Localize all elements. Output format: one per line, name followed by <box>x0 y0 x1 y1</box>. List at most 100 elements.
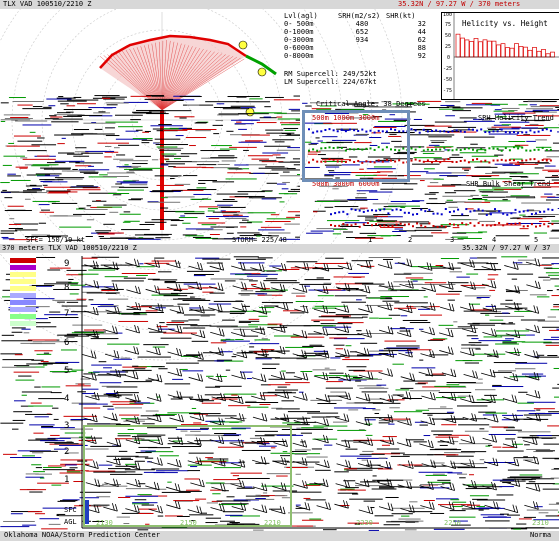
streak <box>544 165 556 167</box>
trend-dot <box>431 161 433 164</box>
trend-dot <box>513 159 515 162</box>
wind-barb <box>471 395 475 403</box>
streak <box>507 477 541 479</box>
streak <box>383 348 418 350</box>
streak <box>105 135 120 137</box>
streak <box>543 267 553 269</box>
trend-dot <box>481 209 484 212</box>
wind-barb <box>242 262 246 271</box>
streak <box>33 432 44 434</box>
trend-dot <box>375 209 378 212</box>
streak <box>40 209 50 211</box>
streak <box>3 453 17 455</box>
table-row: 0-8000m 92 <box>284 52 440 60</box>
wind-barb <box>176 347 179 356</box>
streak <box>505 438 516 440</box>
streak <box>32 452 44 454</box>
streak <box>266 182 277 184</box>
streak <box>360 342 378 344</box>
streak <box>191 161 220 163</box>
streak <box>413 441 427 443</box>
streak <box>374 412 380 414</box>
bulk-shear-trend-label: SHR Bulk Shear Trend <box>466 180 551 188</box>
streak <box>378 487 395 489</box>
streak <box>538 512 549 514</box>
streak <box>422 152 435 154</box>
streak <box>164 196 193 198</box>
trend-dot <box>547 208 550 211</box>
streak <box>61 170 96 172</box>
streak <box>409 501 418 503</box>
streak <box>234 195 265 197</box>
trend-dot <box>549 129 552 132</box>
streak <box>255 293 268 295</box>
streak <box>52 407 59 409</box>
streak <box>253 234 262 236</box>
streak <box>248 280 258 282</box>
wind-barb <box>533 371 537 380</box>
wind-barb <box>426 262 430 270</box>
wind-barb <box>420 330 435 336</box>
streak <box>313 211 318 213</box>
trend-dot <box>496 147 499 150</box>
streak <box>502 164 520 166</box>
xtick-label: 1 <box>368 236 373 244</box>
wind-barb <box>302 480 305 488</box>
wind-barb <box>345 459 348 467</box>
streak <box>60 349 77 351</box>
streak <box>374 515 394 517</box>
streak <box>530 106 559 108</box>
streak <box>534 167 544 169</box>
storm-motion-label: STORM= 225/48 <box>232 236 287 244</box>
ytick-label: -75 <box>443 88 453 94</box>
streak <box>276 116 283 118</box>
trend-dot <box>412 213 414 216</box>
streak <box>470 143 478 145</box>
streak <box>25 476 44 478</box>
streak <box>145 410 159 412</box>
streak <box>459 117 477 119</box>
streak <box>303 497 311 499</box>
wind-barb <box>305 305 309 314</box>
helicity-bar <box>482 39 488 58</box>
streak <box>193 193 212 195</box>
streak <box>72 168 78 170</box>
streak <box>362 316 368 318</box>
wind-barb <box>136 259 140 267</box>
streak <box>354 282 374 284</box>
trend-dot <box>465 208 468 211</box>
wind-barb <box>472 370 475 378</box>
streak <box>478 509 484 511</box>
wind-barb <box>469 435 473 443</box>
shr-cell: 88 <box>417 44 426 52</box>
helicity-bar <box>473 38 479 58</box>
streak <box>471 102 493 104</box>
streak <box>325 387 353 389</box>
trend-dot <box>436 212 439 215</box>
streak <box>119 213 141 215</box>
streak <box>132 138 153 140</box>
wind-barb <box>242 329 246 337</box>
streak <box>332 233 342 235</box>
wind-barb <box>301 457 305 465</box>
streak <box>184 213 205 215</box>
streak <box>187 189 217 191</box>
streak <box>58 152 75 154</box>
streak <box>502 199 508 201</box>
helicity-bar <box>527 49 533 58</box>
streak <box>180 215 186 217</box>
legend-swatch <box>10 265 36 270</box>
trend-dot <box>383 208 386 211</box>
trend-dot <box>533 158 536 161</box>
streak <box>293 95 300 97</box>
streak <box>440 104 455 106</box>
streak <box>552 142 559 144</box>
streak <box>253 172 265 174</box>
streak <box>120 182 148 184</box>
streak <box>536 296 550 298</box>
streak <box>47 192 69 194</box>
wind-barb <box>358 509 373 515</box>
wind-barb <box>513 457 517 466</box>
trend-dot <box>498 222 501 225</box>
streak <box>515 368 536 370</box>
